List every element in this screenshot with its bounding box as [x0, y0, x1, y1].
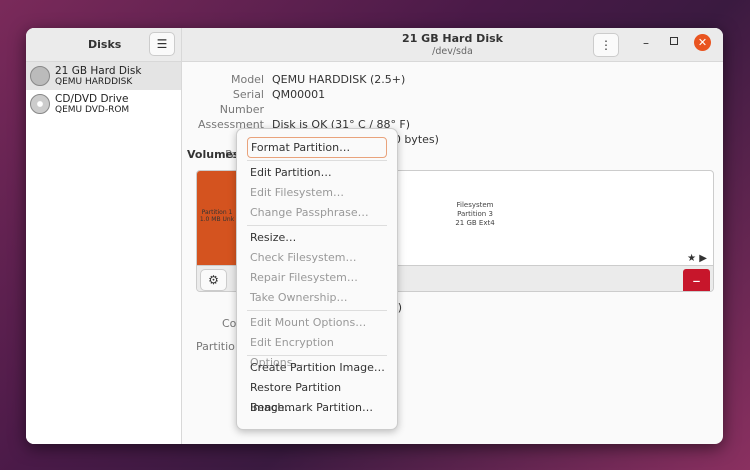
- close-button[interactable]: ✕: [694, 34, 711, 51]
- menu-item-change-passphrase: Change Passphrase…: [250, 206, 369, 219]
- partition-size: 1.0 MB Unk: [199, 216, 235, 223]
- menu-item-edit-encryption-options: Edit Encryption Options…: [250, 336, 334, 369]
- disk-title: 21 GB Hard Disk: [402, 32, 503, 45]
- prop-label: Model: [230, 73, 264, 86]
- prop-value: QM00001: [272, 88, 326, 101]
- prop-value: QEMU HARDDISK (2.5+): [272, 73, 406, 86]
- maximize-button[interactable]: [670, 37, 678, 45]
- menu-separator: [247, 160, 387, 161]
- disk-path: /dev/sda: [432, 46, 473, 57]
- header-bar: 21 GB Hard Disk /dev/sda ⋮ – ✕: [182, 28, 723, 62]
- menu-item-check-filesystem: Check Filesystem…: [250, 251, 357, 264]
- hard-disk-icon: [30, 66, 50, 86]
- partition-label: Partition 1: [201, 209, 233, 216]
- device-name: 21 GB Hard Disk: [55, 65, 142, 77]
- partition-1-block[interactable]: Partition 1 1.0 MB Unk: [197, 171, 237, 265]
- gear-icon[interactable]: ⚙: [200, 269, 227, 291]
- menu-item-repair-filesystem: Repair Filesystem…: [250, 271, 358, 284]
- menu-item-restore-partition-image[interactable]: Restore Partition Image…: [247, 378, 387, 414]
- sidebar-title: Disks: [88, 38, 122, 51]
- star-play-icons: ★ ▶: [687, 253, 707, 264]
- menu-item-edit-filesystem: Edit Filesystem…: [250, 186, 344, 199]
- prop-label: Serial Number: [219, 88, 264, 116]
- menu-item-format-partition[interactable]: Format Partition…: [247, 137, 387, 158]
- menu-item-benchmark-partition[interactable]: Benchmark Partition…: [247, 398, 387, 418]
- device-name: CD/DVD Drive: [55, 93, 129, 105]
- menu-separator: [247, 225, 387, 226]
- menu-item-resize[interactable]: Resize…: [247, 228, 387, 248]
- device-list: 21 GB Hard Disk QEMU HARDDISK CD/DVD Driv…: [26, 62, 182, 444]
- menu-item-create-partition-image[interactable]: Create Partition Image…: [247, 358, 387, 378]
- cd-icon: [30, 94, 50, 114]
- menu-item-take-ownership: Take Ownership…: [250, 291, 348, 304]
- device-model: QEMU HARDDISK: [55, 77, 133, 87]
- delete-partition-button[interactable]: –: [683, 269, 710, 291]
- device-model: QEMU DVD-ROM: [55, 105, 130, 115]
- disk-menu-button[interactable]: ⋮: [593, 33, 619, 57]
- partition-type-label: Partitio: [196, 340, 235, 353]
- device-hard-disk[interactable]: 21 GB Hard Disk QEMU HARDDISK: [26, 62, 181, 90]
- hamburger-menu-button[interactable]: ☰: [149, 32, 175, 56]
- menu-item-edit-partition[interactable]: Edit Partition…: [247, 163, 387, 183]
- device-cd-dvd[interactable]: CD/DVD Drive QEMU DVD-ROM: [26, 90, 181, 118]
- contents-label: Co: [222, 317, 237, 330]
- volumes-heading: Volumes: [187, 148, 240, 161]
- minimize-button[interactable]: –: [643, 36, 649, 50]
- menu-item-edit-mount-options: Edit Mount Options…: [250, 316, 367, 329]
- partition-context-menu: Format Partition… Edit Partition… Edit Fil…: [236, 128, 398, 430]
- sidebar-header: Disks ☰: [26, 28, 182, 62]
- menu-separator: [247, 310, 387, 311]
